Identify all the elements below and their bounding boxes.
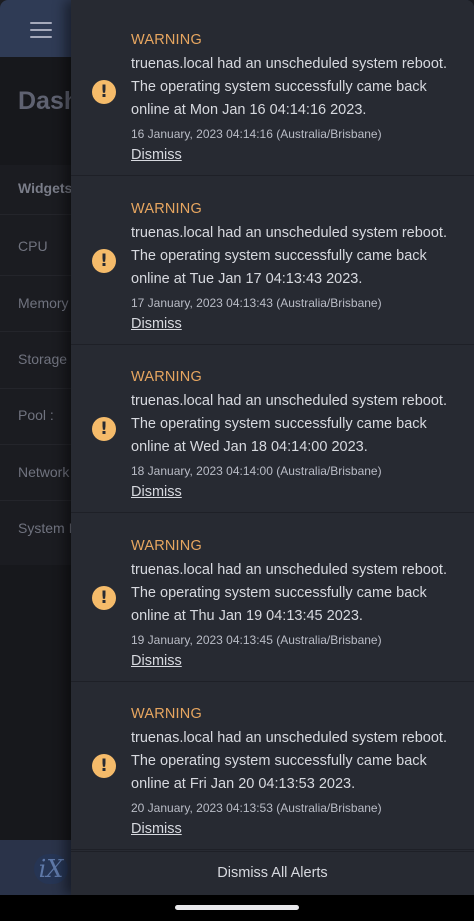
alert-message: truenas.local had an unscheduled system … <box>131 225 447 287</box>
warning-icon: ! <box>92 754 116 778</box>
alert-timestamp: 19 January, 2023 04:13:45 (Australia/Bri… <box>131 633 382 647</box>
alert-level: WARNING <box>131 706 202 722</box>
alert-timestamp: 16 January, 2023 04:14:16 (Australia/Bri… <box>131 127 382 141</box>
alerts-panel: ! WARNING truenas.local had an unschedul… <box>71 0 474 895</box>
alert-message: truenas.local had an unscheduled system … <box>131 562 447 624</box>
home-indicator <box>175 905 299 910</box>
dismiss-button[interactable]: Dismiss <box>131 484 182 500</box>
widgets-heading: Widgets <box>18 180 73 196</box>
alert-timestamp: 20 January, 2023 04:13:53 (Australia/Bri… <box>131 801 382 815</box>
dismiss-button[interactable]: Dismiss <box>131 821 182 837</box>
alert-message: truenas.local had an unscheduled system … <box>131 730 447 792</box>
alert-timestamp: 17 January, 2023 04:13:43 (Australia/Bri… <box>131 296 382 310</box>
warning-icon: ! <box>92 417 116 441</box>
page-title: Dash <box>18 87 80 115</box>
alert-timestamp: 18 January, 2023 04:14:00 (Australia/Bri… <box>131 464 382 478</box>
dismiss-all-alerts-button[interactable]: Dismiss All Alerts <box>71 851 474 895</box>
alert-message: truenas.local had an unscheduled system … <box>131 56 447 118</box>
warning-icon: ! <box>92 586 116 610</box>
widget-item-network[interactable]: Network <box>18 464 69 480</box>
widget-item-pool[interactable]: Pool : <box>18 407 54 423</box>
widget-item-system[interactable]: System I <box>18 520 72 536</box>
alert-level: WARNING <box>131 32 202 48</box>
alert-level: WARNING <box>131 369 202 385</box>
alert-level: WARNING <box>131 201 202 217</box>
dismiss-button[interactable]: Dismiss <box>131 147 182 163</box>
alert-item: ! WARNING truenas.local had an unschedul… <box>71 8 474 176</box>
widget-item-cpu[interactable]: CPU <box>18 238 48 254</box>
alert-item: ! WARNING truenas.local had an unschedul… <box>71 514 474 682</box>
alert-level: WARNING <box>131 538 202 554</box>
dismiss-button[interactable]: Dismiss <box>131 316 182 332</box>
warning-icon: ! <box>92 80 116 104</box>
alert-item: ! WARNING truenas.local had an unschedul… <box>71 177 474 345</box>
widget-item-storage[interactable]: Storage <box>18 351 67 367</box>
alert-message: truenas.local had an unscheduled system … <box>131 393 447 455</box>
alert-item: ! WARNING truenas.local had an unschedul… <box>71 682 474 850</box>
widget-item-memory[interactable]: Memory <box>18 295 69 311</box>
ix-logo: iX <box>34 854 68 884</box>
dismiss-button[interactable]: Dismiss <box>131 653 182 669</box>
alert-item: ! WARNING truenas.local had an unschedul… <box>71 345 474 513</box>
hamburger-menu-icon[interactable] <box>30 22 52 38</box>
warning-icon: ! <box>92 249 116 273</box>
